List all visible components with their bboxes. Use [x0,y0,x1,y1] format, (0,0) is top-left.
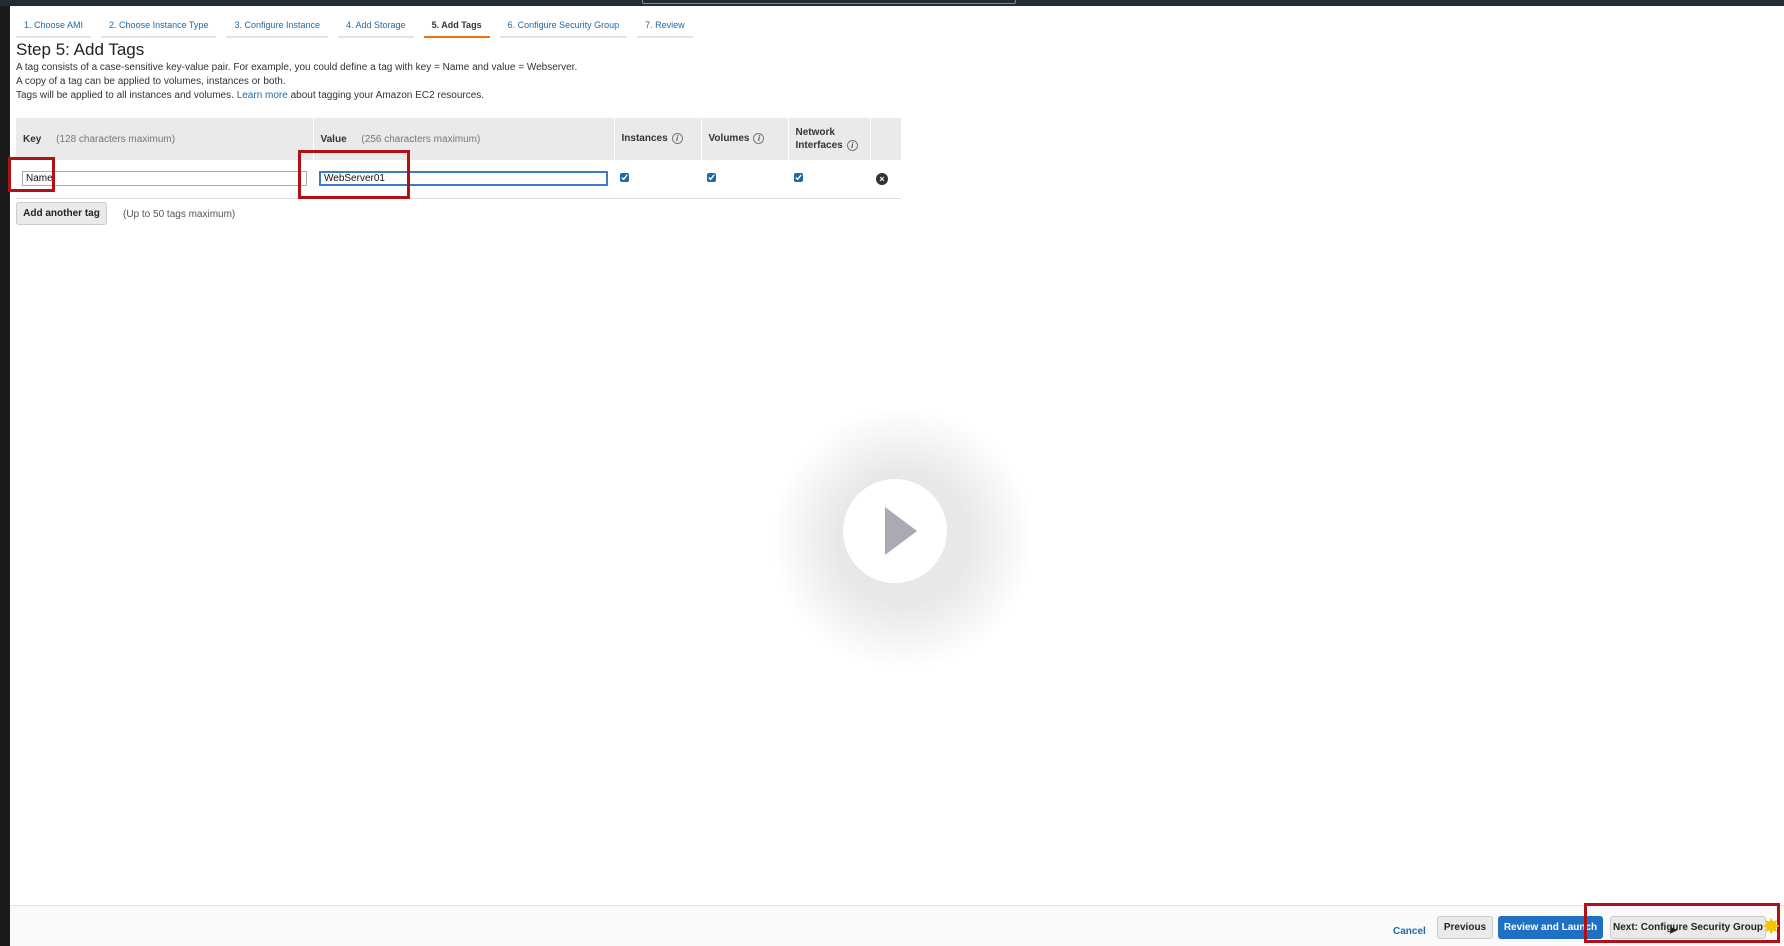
tags-table: Key (128 characters maximum) Value (256 … [16,118,901,199]
description-line-3: Tags will be applied to all instances an… [16,90,484,101]
key-header-label: Key [23,133,42,145]
key-header-hint: (128 characters maximum) [56,133,176,145]
previous-button[interactable]: Previous [1437,916,1493,939]
tab-review[interactable]: 7. Review [637,12,693,38]
play-button[interactable] [843,479,947,583]
volumes-header-label: Volumes [708,133,750,145]
key-cell [16,160,313,198]
value-header-hint: (256 characters maximum) [361,133,481,145]
column-header-network-interfaces: Network Interfaces i [788,118,871,160]
info-icon[interactable]: i [671,133,683,145]
highlight-box-next [1584,903,1780,943]
description-text: Tags will be applied to all instances an… [16,90,234,101]
value-header-label: Value [320,133,347,145]
instances-header-label: Instances [621,133,668,145]
volumes-cell [701,160,788,198]
network-interfaces-cell [788,160,870,198]
column-header-instances: Instances i [614,118,702,160]
network-header-label: Network [795,127,835,138]
remove-cell: × [870,160,901,198]
page-title: Step 5: Add Tags [16,40,145,59]
mouse-pointer-icon: ➤ [1668,923,1679,937]
instances-checkbox[interactable] [620,172,629,182]
instances-cell [614,160,701,198]
tab-choose-instance-type[interactable]: 2. Choose Instance Type [101,12,217,38]
tab-add-storage[interactable]: 4. Add Storage [338,12,414,38]
play-icon [885,507,917,555]
volumes-checkbox[interactable] [707,172,716,182]
tag-key-input[interactable] [22,171,307,187]
column-header-remove [870,118,901,160]
column-header-volumes: Volumes i [701,118,789,160]
highlight-box-value [298,150,410,199]
tab-configure-instance[interactable]: 3. Configure Instance [226,12,329,38]
interfaces-header-label: Interfaces [795,140,843,151]
tab-choose-ami[interactable]: 1. Choose AMI [16,12,92,38]
address-bar[interactable] [642,0,1016,4]
remove-tag-icon[interactable]: × [876,172,888,185]
click-burst-icon: ✸ [1762,914,1781,939]
tab-configure-security-group[interactable]: 6. Configure Security Group [499,12,628,38]
add-another-tag-button[interactable]: Add another tag [16,202,107,225]
description-text-suffix: about tagging your Amazon EC2 resources. [290,90,485,101]
column-header-key: Key (128 characters maximum) [16,118,314,160]
info-icon[interactable]: i [846,139,858,151]
highlight-box-key [8,157,55,192]
network-interfaces-checkbox[interactable] [794,172,803,182]
tags-table-header: Key (128 characters maximum) Value (256 … [16,118,901,160]
learn-more-link[interactable]: Learn more [237,90,288,101]
cancel-link[interactable]: Cancel [1393,926,1426,937]
wizard-steps-nav: 1. Choose AMI 2. Choose Instance Type 3.… [16,12,703,38]
info-icon[interactable]: i [753,133,765,145]
add-tag-limit-hint: (Up to 50 tags maximum) [123,209,236,220]
table-row: × [16,160,901,198]
description-line-1: A tag consists of a case-sensitive key-v… [16,62,578,73]
tab-add-tags[interactable]: 5. Add Tags [423,12,490,38]
description-line-2: A copy of a tag can be applied to volume… [16,76,286,87]
launch-wizard-page: 1. Choose AMI 2. Choose Instance Type 3.… [8,6,1784,946]
